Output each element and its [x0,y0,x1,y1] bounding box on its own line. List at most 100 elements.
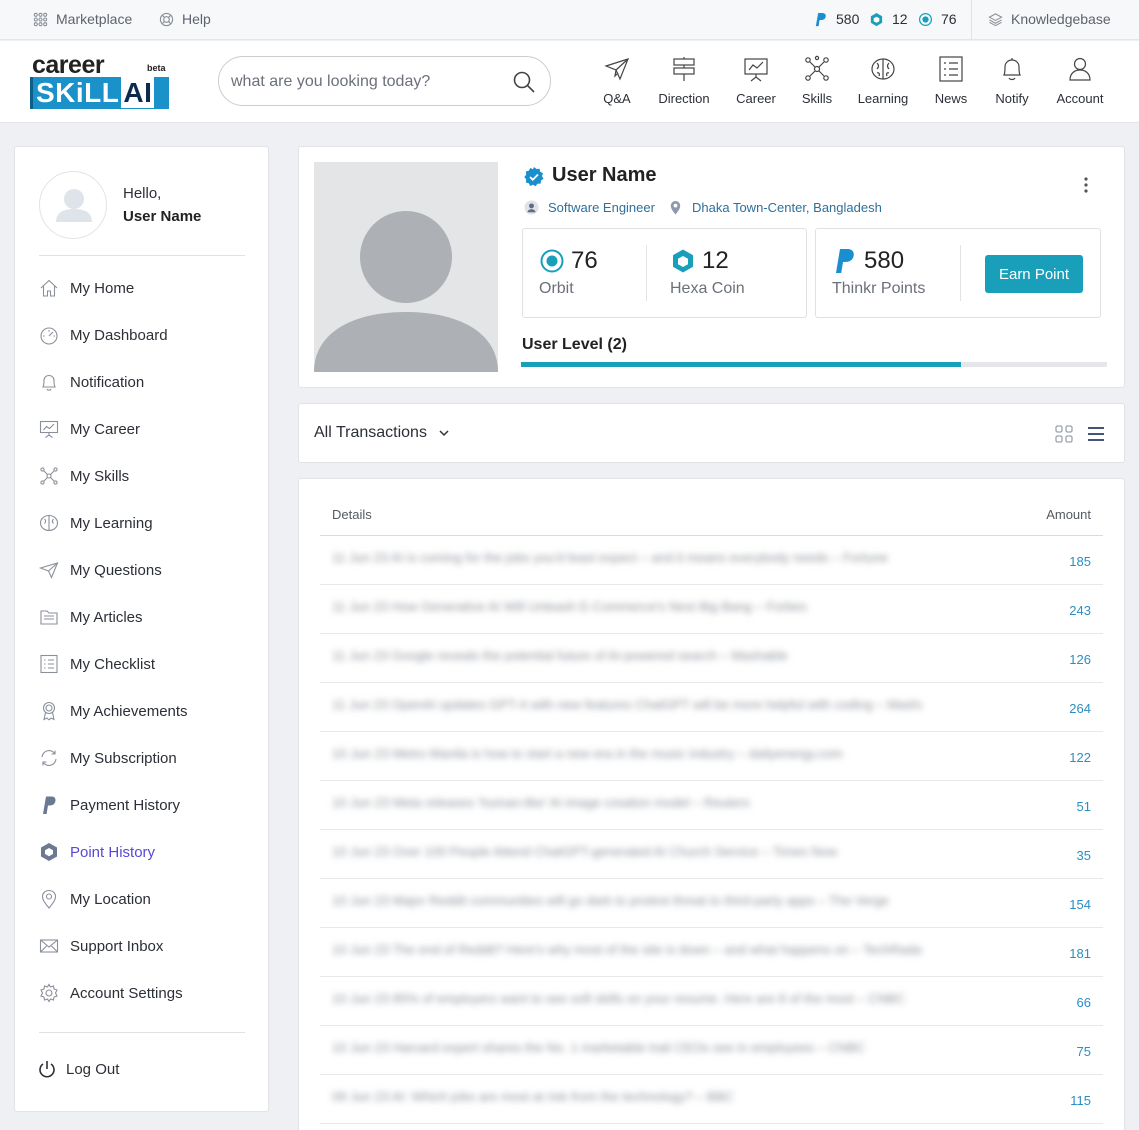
search-icon[interactable] [512,70,536,94]
logo-skill-text: SKiLL [36,77,120,108]
nav-news[interactable]: News [918,55,984,106]
sidebar-item-my-location[interactable]: My Location [39,887,151,911]
table-row[interactable]: 10 Jun 23 The end of Reddit? Here's why … [320,928,1103,977]
signpost-icon [673,57,695,81]
refresh-icon [41,750,57,766]
sidebar-item-label: My Location [70,890,151,908]
transaction-details: 10 Jun 23 Metro Manila is how to start a… [332,746,843,761]
hexa-stat: 12 Hexa Coin [670,247,745,298]
nav-career[interactable]: Career [723,55,789,106]
hexa-counter[interactable]: 12 [869,11,908,27]
dashboard-gauge-icon [40,327,58,345]
points-stats: 580 Thinkr Points Earn Point [815,228,1101,318]
transaction-details: 11 Jun 23 Google reveals the potential f… [332,648,788,663]
avatar-placeholder-icon [314,211,498,372]
nav-qa[interactable]: Q&A [584,55,650,106]
earn-point-button[interactable]: Earn Point [985,255,1083,293]
sidebar-item-my-career[interactable]: My Career [39,417,140,441]
help-link[interactable]: Help [159,11,211,27]
knowledgebase-link[interactable]: Knowledgebase [988,11,1111,27]
user-level-progress [521,362,1107,367]
sidebar-item-label: My Questions [70,561,162,579]
table-row[interactable]: 11 Jun 23 How Generative AI Will Unleash… [320,585,1103,634]
profile-location: Dhaka Town-Center, Bangladesh [668,200,882,215]
bell-icon [42,374,56,391]
sidebar-item-my-achievements[interactable]: My Achievements [39,699,188,723]
table-row[interactable]: 11 Jun 23 OpenAI updates GPT-4 with new … [320,683,1103,732]
sidebar-item-support-inbox[interactable]: Support Inbox [39,934,163,958]
transaction-details: 10 Jun 23 85% of employers want to see s… [332,991,905,1006]
sidebar-item-my-learning[interactable]: My Learning [39,511,153,535]
transaction-amount: 154 [1069,897,1091,912]
sidebar-item-label: My Dashboard [70,326,168,344]
hexa-value: 12 [702,247,729,274]
gear-icon [40,983,58,1003]
avatar[interactable] [39,171,107,239]
table-row[interactable]: 10 Jun 23 85% of employers want to see s… [320,977,1103,1026]
table-row[interactable]: 10 Jun 23 Metro Manila is how to start a… [320,732,1103,781]
table-row[interactable]: 11 Jun 23 AI is coming for the jobs you'… [320,536,1103,585]
logout-button[interactable]: Log Out [37,1057,119,1081]
profile-photo[interactable] [314,162,498,372]
paper-plane-icon [604,58,630,81]
nav-direction[interactable]: Direction [651,55,717,106]
table-row[interactable]: 10 Jun 23 Over 100 People Attend ChatGPT… [320,830,1103,879]
table-row[interactable]: 10 Jun 23 Meta releases 'human-like' AI … [320,781,1103,830]
user-circle-icon [524,200,539,215]
nav-skills-label: Skills [801,91,833,106]
checklist-icon [40,654,58,674]
table-row[interactable]: 11 Jun 23 Google reveals the potential f… [320,634,1103,683]
nav-notify[interactable]: Notify [979,55,1045,106]
orbit-icon [918,12,933,26]
table-row[interactable]: 10 Jun 23 Major Reddit communities will … [320,879,1103,928]
orbit-value: 76 [571,247,598,274]
marketplace-link[interactable]: Marketplace [33,11,132,27]
column-header-amount: Amount [1046,507,1091,522]
transactions-filter-dropdown[interactable]: All Transactions [314,424,451,442]
sidebar-item-notification[interactable]: Notification [39,370,144,394]
list-view-icon[interactable] [1086,424,1106,444]
transaction-details: 11 Jun 23 How Generative AI Will Unleash… [332,599,807,614]
points-value: 580 [836,11,860,27]
sidebar-item-my-questions[interactable]: My Questions [39,558,162,582]
nav-learning[interactable]: Learning [850,55,916,106]
grid-view-icon[interactable] [1054,424,1074,444]
sidebar-item-my-articles[interactable]: My Articles [39,605,143,629]
sidebar-item-label: Point History [70,843,156,861]
transaction-amount: 243 [1069,603,1091,618]
sidebar-item-label: Notification [70,373,145,391]
marketplace-label: Marketplace [56,11,133,27]
table-row[interactable]: 09 Jun 23 AI: Which jobs are most at ris… [320,1075,1103,1124]
transaction-details: 11 Jun 23 OpenAI updates GPT-4 with new … [332,697,922,712]
orbit-counter[interactable]: 76 [918,11,957,27]
sidebar-item-my-home[interactable]: My Home [39,276,134,300]
sidebar-item-payment-history[interactable]: Payment History [39,793,180,817]
points-counter[interactable]: 580 [813,11,859,27]
transaction-amount: 75 [1076,1044,1091,1059]
sidebar-item-label: My Subscription [70,749,177,767]
sidebar-item-my-skills[interactable]: My Skills [39,464,129,488]
sidebar-item-my-checklist[interactable]: My Checklist [39,652,155,676]
career-skill-ai-logo[interactable]: career beta SKiLL AI [30,51,170,111]
greeting-user-name: User Name [123,208,202,225]
transaction-details: 10 Jun 23 Meta releases 'human-like' AI … [332,795,750,810]
logout-label: Log Out [66,1060,120,1078]
hexa-coin-icon [41,843,57,861]
nav-account[interactable]: Account [1047,55,1113,106]
more-options-icon[interactable] [1078,175,1094,195]
knowledgebase-label: Knowledgebase [1011,11,1111,27]
table-row[interactable]: 10 Jun 23 Harvard expert shares the No. … [320,1026,1103,1075]
transaction-details: 10 Jun 23 Major Reddit communities will … [332,893,889,908]
transaction-details: 10 Jun 23 Harvard expert shares the No. … [332,1040,866,1055]
sidebar-item-my-dashboard[interactable]: My Dashboard [39,323,168,347]
hexa-value: 12 [892,11,908,27]
nav-notify-label: Notify [995,91,1029,106]
sidebar-item-account-settings[interactable]: Account Settings [39,981,183,1005]
power-icon [39,1061,55,1078]
sidebar-item-my-subscription[interactable]: My Subscription [39,746,177,770]
sidebar-item-point-history[interactable]: Point History [39,840,155,864]
search-input[interactable] [231,69,501,95]
column-header-details: Details [332,507,372,522]
nav-skills[interactable]: Skills [784,55,850,106]
help-label: Help [182,11,211,27]
